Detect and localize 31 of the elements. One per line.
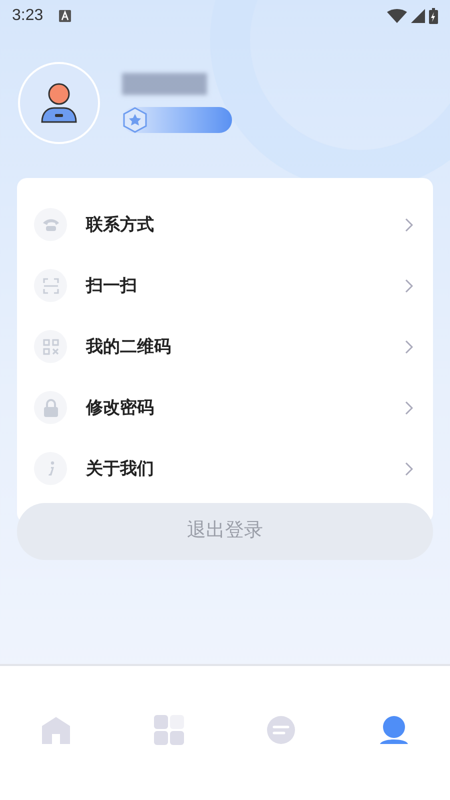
menu-item-label: 联系方式 (86, 214, 154, 236)
chevron-right-icon (405, 278, 413, 292)
chevron-right-icon (405, 340, 413, 354)
lock-icon (42, 398, 58, 416)
home-icon (40, 714, 72, 746)
menu-item[interactable]: 关于我们 (17, 438, 433, 499)
menu-item[interactable]: 联系方式 (17, 194, 433, 255)
battery-icon (429, 8, 438, 24)
status-time: 3:23 (12, 6, 44, 26)
phone-icon (42, 218, 60, 232)
signal-icon (411, 9, 425, 23)
menu-item[interactable]: 扫一扫 (17, 255, 433, 316)
menu-item-label: 关于我们 (86, 458, 154, 480)
star-hexagon-icon (122, 107, 148, 133)
keyboard-notification-icon (59, 10, 72, 22)
scan-icon (42, 278, 58, 294)
menu-item[interactable]: 修改密码 (17, 377, 433, 438)
wifi-icon (387, 9, 407, 23)
info-icon (46, 460, 54, 476)
chat-bubble-icon (265, 714, 298, 746)
menu-item[interactable]: 我的二维码 (17, 316, 433, 377)
chevron-right-icon (405, 400, 413, 414)
menu-item-label: 扫一扫 (86, 274, 137, 297)
menu-item-label: 修改密码 (86, 396, 154, 419)
person-icon (378, 714, 410, 746)
chevron-right-icon (405, 218, 413, 232)
qr-code-icon (42, 338, 58, 354)
person-icon (39, 82, 79, 124)
grid-icon (152, 714, 185, 746)
chevron-right-icon (405, 462, 413, 476)
menu-item-label: 我的二维码 (86, 336, 171, 358)
